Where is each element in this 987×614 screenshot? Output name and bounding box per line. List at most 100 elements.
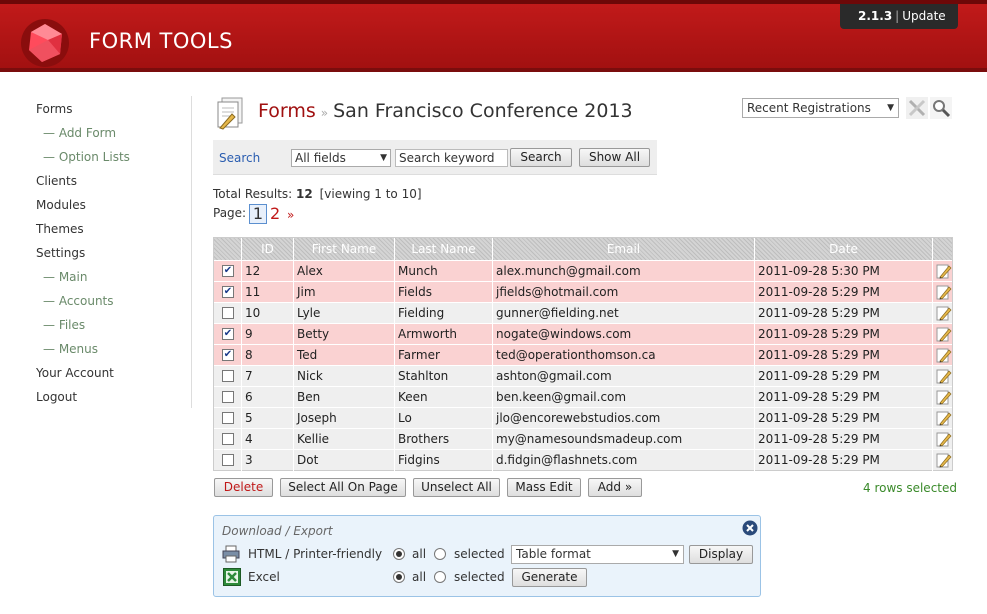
sidebar-item-themes[interactable]: Themes (36, 222, 84, 236)
cell-first-name: Dot (294, 450, 395, 471)
cell-email: ben.keen@gmail.com (493, 387, 755, 408)
row-checkbox[interactable]: ✔ (222, 286, 234, 298)
search-button[interactable]: Search (510, 148, 572, 167)
sidebar-item-your-account[interactable]: Your Account (36, 366, 114, 380)
format-select-value: Table format (516, 547, 591, 561)
page-2-link[interactable]: 2 (270, 204, 280, 223)
format-select[interactable]: Table format ▼ (511, 545, 684, 564)
table-row[interactable]: ✔ 9 Betty Armworth nogate@windows.com 2011-09… (214, 323, 952, 345)
sidebar-item-files[interactable]: — Files (43, 318, 85, 332)
table-row[interactable]: 4 Kellie Brothers my@namesoundsmadeup.com 20… (214, 428, 952, 450)
cell-last-name: Lo (395, 408, 493, 429)
header-date[interactable]: Date (755, 238, 933, 260)
view-select-value: Recent Registrations (747, 101, 871, 115)
delete-button[interactable]: Delete (214, 478, 273, 497)
add-button[interactable]: Add » (588, 478, 642, 497)
edit-pencil-icon[interactable] (936, 305, 952, 321)
excel-selected-radio[interactable] (434, 571, 446, 583)
edit-pencil-icon[interactable] (936, 452, 952, 468)
table-row[interactable]: ✔ 8 Ted Farmer ted@operationthomson.ca 2011-0… (214, 344, 952, 366)
cell-id: 8 (242, 345, 294, 366)
edit-pencil-icon[interactable] (936, 410, 952, 426)
results-summary: Total Results: 12 [viewing 1 to 10] (213, 187, 422, 201)
cell-first-name: Ben (294, 387, 395, 408)
table-row[interactable]: 6 Ben Keen ben.keen@gmail.com 2011-09-28 5:2… (214, 386, 952, 408)
html-selected-radio[interactable] (434, 548, 446, 560)
checkmark-icon: ✔ (223, 349, 233, 360)
sidebar-item-modules[interactable]: Modules (36, 198, 86, 212)
update-link[interactable]: Update (902, 9, 945, 23)
edit-pencil-icon[interactable] (936, 284, 952, 300)
mass-edit-button[interactable]: Mass Edit (507, 478, 581, 497)
edit-pencil-icon[interactable] (936, 431, 952, 447)
view-select[interactable]: Recent Registrations ▼ (742, 98, 899, 118)
sidebar-item-settings[interactable]: Settings (36, 246, 85, 260)
edit-pencil-icon[interactable] (936, 389, 952, 405)
unselect-all-button[interactable]: Unselect All (413, 478, 500, 497)
search-keyword-input[interactable]: Search keyword (395, 149, 508, 167)
select-all-button[interactable]: Select All On Page (280, 478, 406, 497)
edit-pencil-icon[interactable] (936, 368, 952, 384)
edit-pencil-icon[interactable] (936, 326, 952, 342)
html-selected-label: selected (454, 547, 505, 561)
table-row[interactable]: 3 Dot Fidgins d.fidgin@flashnets.com 2011-09… (214, 449, 952, 471)
tools-icon[interactable] (906, 97, 928, 119)
generate-button[interactable]: Generate (512, 568, 587, 587)
chevron-down-icon: ▼ (887, 103, 894, 113)
excel-all-radio[interactable] (393, 571, 405, 583)
cell-date: 2011-09-28 5:29 PM (755, 303, 933, 324)
table-row[interactable]: ✔ 12 Alex Munch alex.munch@gmail.com 2011-09-… (214, 260, 952, 282)
row-checkbox[interactable] (222, 391, 234, 403)
cell-email: gunner@fielding.net (493, 303, 755, 324)
table-row[interactable]: 7 Nick Stahlton ashton@gmail.com 2011-09-28 … (214, 365, 952, 387)
form-name: San Francisco Conference 2013 (333, 100, 633, 122)
html-all-radio[interactable] (393, 548, 405, 560)
sidebar-item-add-form[interactable]: — Add Form (43, 126, 116, 140)
cell-last-name: Fidgins (395, 450, 493, 471)
header-id[interactable]: ID (242, 238, 294, 260)
header-first-name[interactable]: First Name (294, 238, 395, 260)
cell-email: d.fidgin@flashnets.com (493, 450, 755, 471)
sidebar-item-menus[interactable]: — Menus (43, 342, 98, 356)
row-checkbox[interactable] (222, 412, 234, 424)
search-field-select[interactable]: All fields ▼ (291, 149, 391, 167)
header-email[interactable]: Email (493, 238, 755, 260)
results-total: 12 (296, 187, 313, 201)
sidebar-item-logout[interactable]: Logout (36, 390, 77, 404)
excel-selected-label: selected (454, 570, 505, 584)
export-panel: Download / Export HTML / Printer-friendl… (213, 515, 761, 597)
row-checkbox[interactable]: ✔ (222, 265, 234, 277)
cell-last-name: Munch (395, 261, 493, 282)
sidebar-item-forms[interactable]: Forms (36, 102, 72, 116)
cell-first-name: Nick (294, 366, 395, 387)
sidebar-item-clients[interactable]: Clients (36, 174, 77, 188)
header-last-name[interactable]: Last Name (395, 238, 493, 260)
row-checkbox[interactable] (222, 370, 234, 382)
table-row[interactable]: 10 Lyle Fielding gunner@fielding.net 2011-09… (214, 302, 952, 324)
close-icon[interactable] (742, 520, 758, 536)
cell-id: 10 (242, 303, 294, 324)
row-checkbox[interactable]: ✔ (222, 328, 234, 340)
cell-first-name: Kellie (294, 429, 395, 450)
display-button[interactable]: Display (689, 545, 753, 564)
sidebar-item-accounts[interactable]: — Accounts (43, 294, 114, 308)
page-1-current: 1 (249, 204, 267, 224)
table-row[interactable]: 5 Joseph Lo jlo@encorewebstudios.com 2011-09… (214, 407, 952, 429)
cell-last-name: Keen (395, 387, 493, 408)
edit-pencil-icon[interactable] (936, 263, 952, 279)
sidebar-item-main[interactable]: — Main (43, 270, 87, 284)
next-page-link[interactable]: » (287, 208, 294, 222)
sidebar-item-option-lists[interactable]: — Option Lists (43, 150, 130, 164)
row-checkbox[interactable]: ✔ (222, 349, 234, 361)
cell-checkbox: ✔ (214, 261, 242, 282)
row-checkbox[interactable] (222, 307, 234, 319)
rows-selected-status: 4 rows selected (863, 481, 957, 495)
sidebar-nav: Forms — Add Form — Option Lists Clients … (0, 96, 192, 408)
breadcrumb-forms-link[interactable]: Forms (258, 100, 316, 122)
row-checkbox[interactable] (222, 433, 234, 445)
edit-pencil-icon[interactable] (936, 347, 952, 363)
magnifier-icon[interactable] (930, 97, 952, 119)
show-all-button[interactable]: Show All (579, 148, 650, 167)
table-row[interactable]: ✔ 11 Jim Fields jfields@hotmail.com 2011-09-2… (214, 281, 952, 303)
row-checkbox[interactable] (222, 454, 234, 466)
